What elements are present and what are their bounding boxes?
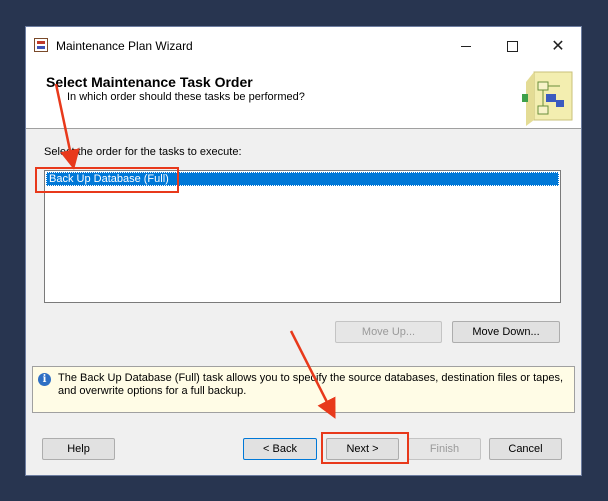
page-subtitle: In which order should these tasks be per… — [67, 91, 305, 103]
maximize-button[interactable] — [492, 31, 532, 61]
task-description-panel: i The Back Up Database (Full) task allow… — [32, 366, 575, 413]
close-icon: ✕ — [551, 38, 565, 55]
finish-button[interactable]: Finish — [408, 438, 481, 460]
page-title: Select Maintenance Task Order — [46, 74, 253, 90]
move-up-button[interactable]: Move Up... — [335, 321, 442, 343]
title-bar[interactable]: Maintenance Plan Wizard ✕ — [26, 27, 581, 64]
close-button[interactable]: ✕ — [538, 31, 578, 61]
back-button[interactable]: < Back — [243, 438, 317, 460]
move-down-button[interactable]: Move Down... — [452, 321, 560, 343]
wizard-graphic-icon — [522, 71, 573, 126]
maintenance-plan-icon — [34, 38, 48, 52]
task-order-list[interactable]: Back Up Database (Full) — [44, 170, 561, 303]
wizard-header: Select Maintenance Task Order In which o… — [26, 64, 581, 129]
info-icon: i — [38, 373, 51, 386]
window-title: Maintenance Plan Wizard — [56, 39, 193, 53]
help-button[interactable]: Help — [42, 438, 115, 460]
minimize-button[interactable] — [446, 31, 486, 61]
task-description-text: The Back Up Database (Full) task allows … — [58, 372, 564, 397]
wizard-window: Maintenance Plan Wizard ✕ Select Mainten… — [25, 26, 582, 476]
maximize-icon — [506, 40, 518, 52]
list-item[interactable]: Back Up Database (Full) — [46, 172, 559, 186]
cancel-button[interactable]: Cancel — [489, 438, 562, 460]
next-button[interactable]: Next > — [326, 438, 399, 460]
minimize-icon — [461, 45, 471, 47]
task-order-instruction: Select the order for the tasks to execut… — [44, 146, 242, 158]
